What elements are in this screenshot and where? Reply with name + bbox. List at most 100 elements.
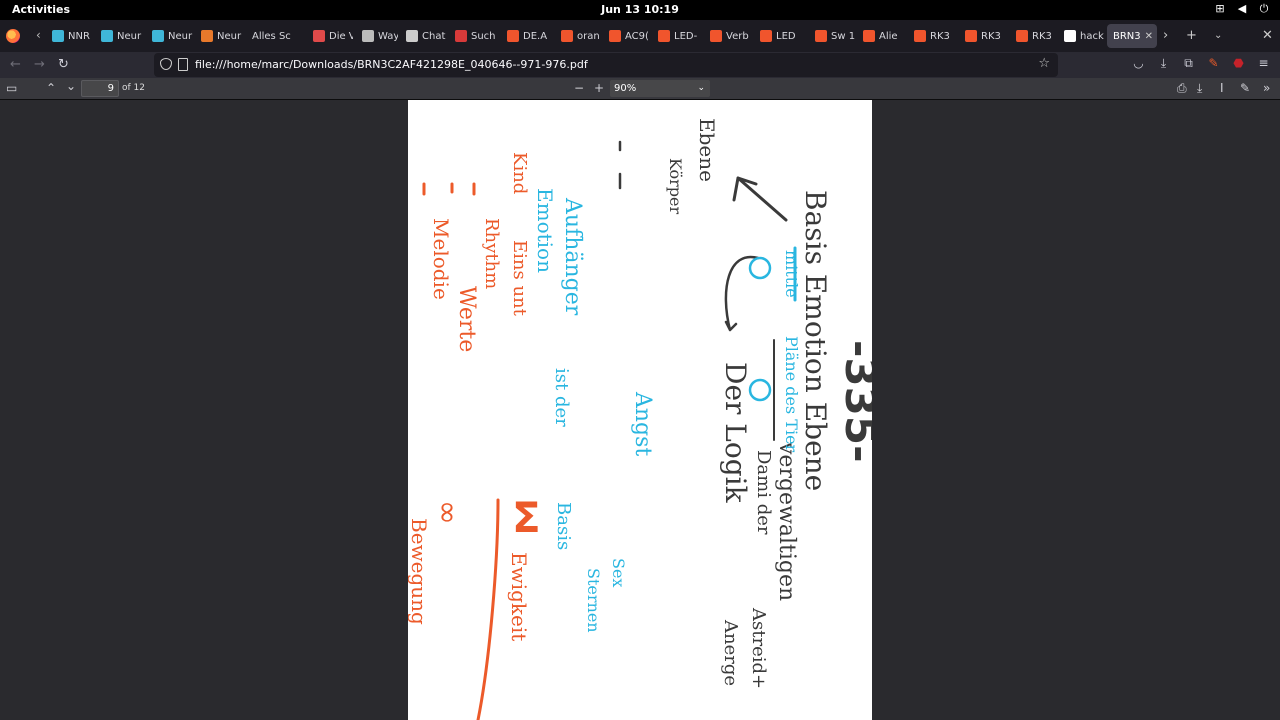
browser-tab[interactable]: LED bbox=[754, 24, 806, 48]
bookmark-star-icon[interactable]: ☆ bbox=[1038, 56, 1050, 71]
ublock-icon[interactable]: ⬣ bbox=[1232, 56, 1245, 71]
browser-tab[interactable]: BRN3 ✕ bbox=[1107, 24, 1157, 48]
tab-label: Alles Sc bbox=[252, 30, 291, 42]
browser-tab[interactable]: AC9( bbox=[603, 24, 649, 48]
tab-favicon bbox=[362, 30, 374, 42]
pocket-icon[interactable]: ◡ bbox=[1132, 56, 1145, 71]
forward-icon[interactable]: → bbox=[34, 57, 45, 72]
browser-tab[interactable]: Verb bbox=[704, 24, 752, 48]
power-icon[interactable]: ⏻ bbox=[1258, 3, 1270, 15]
page-info-icon[interactable] bbox=[178, 58, 188, 71]
browser-tab[interactable]: LED- bbox=[652, 24, 702, 48]
url-text[interactable]: file:///home/marc/Downloads/BRN3C2AF4212… bbox=[195, 58, 588, 71]
browser-tab[interactable]: DE.A bbox=[501, 24, 553, 48]
note-cyan-sternen: Sternen bbox=[584, 568, 603, 633]
note-cyan-plaene: Pläne des Tier bbox=[782, 336, 801, 453]
sidebar-toggle-icon[interactable]: ▭ bbox=[6, 81, 17, 95]
tab-label: oran bbox=[577, 30, 600, 42]
dash-marks-orange bbox=[422, 182, 476, 196]
browser-tab[interactable]: Neur bbox=[95, 24, 143, 48]
tab-scroll-left-icon[interactable]: ‹ bbox=[36, 28, 41, 42]
clock[interactable]: Jun 13 10:19 bbox=[0, 3, 1280, 16]
pdf-toolbar: ▭ ⌃ ⌄ 9 of 12 − + 90% ⌄ ⎙ ⤓ I ✎ » bbox=[0, 78, 1280, 100]
app-menu-icon[interactable]: ≡ bbox=[1257, 56, 1270, 71]
browser-tab[interactable]: Such bbox=[449, 24, 499, 48]
tab-favicon bbox=[710, 30, 722, 42]
tab-label: hack bbox=[1080, 30, 1104, 42]
note-orange-ewigkeit: Ewigkeit bbox=[507, 552, 531, 641]
tab-favicon bbox=[455, 30, 467, 42]
note-black-astreid: Astreid+ bbox=[748, 607, 769, 689]
browser-tab[interactable]: RK3 bbox=[959, 24, 1007, 48]
volume-icon[interactable]: ◀ bbox=[1236, 3, 1248, 15]
tools-menu-icon[interactable]: » bbox=[1263, 81, 1270, 95]
new-tab-icon[interactable]: + bbox=[1186, 28, 1197, 43]
tab-label: Alie bbox=[879, 30, 898, 42]
zoom-out-icon[interactable]: − bbox=[574, 81, 584, 95]
note-cyan-ist-der: ist der bbox=[551, 368, 572, 427]
reload-icon[interactable]: ↻ bbox=[58, 57, 69, 72]
list-all-tabs-icon[interactable]: ⌄ bbox=[1214, 30, 1222, 41]
pdf-viewer[interactable]: Basis Emotion Ebene -335- Ebene Körper D… bbox=[0, 100, 1280, 720]
next-page-icon[interactable]: ⌄ bbox=[66, 79, 76, 93]
browser-tab[interactable]: NNR bbox=[46, 24, 92, 48]
tab-label: Neur bbox=[168, 30, 193, 42]
browser-tab[interactable]: Sw 1 bbox=[809, 24, 855, 48]
browser-tab[interactable]: Alles Sc bbox=[246, 24, 304, 48]
note-black-ebene: Ebene bbox=[695, 118, 719, 182]
draw-icon[interactable]: ✎ bbox=[1240, 81, 1250, 95]
browser-tab[interactable]: Neur bbox=[146, 24, 194, 48]
tab-favicon bbox=[1064, 30, 1076, 42]
pdf-page[interactable]: Basis Emotion Ebene -335- Ebene Körper D… bbox=[408, 100, 872, 720]
system-tray[interactable]: ⊞ ◀ ⏻ bbox=[1214, 3, 1270, 15]
save-icon[interactable]: ⤓ bbox=[1197, 81, 1202, 96]
firefox-menu-icon[interactable] bbox=[6, 29, 20, 43]
downloads-icon[interactable]: ⤓ bbox=[1157, 56, 1170, 71]
extension-icon[interactable]: ✎ bbox=[1207, 56, 1220, 71]
extensions-icon[interactable]: ⧉ bbox=[1182, 56, 1195, 71]
browser-tab[interactable]: Neur bbox=[195, 24, 243, 48]
tab-strip: ‹ NNR Neur Neur Neur Alles Sc Die V Way Chat Suc… bbox=[0, 20, 1280, 52]
back-icon[interactable]: ← bbox=[10, 57, 21, 72]
tab-label: RK3 bbox=[981, 30, 1001, 42]
browser-tab[interactable]: Chat bbox=[400, 24, 446, 48]
text-cursor-icon[interactable]: I bbox=[1220, 81, 1224, 95]
close-tab-icon[interactable]: ✕ bbox=[1145, 31, 1153, 42]
curved-arrow-black bbox=[724, 255, 760, 332]
note-orange-melodie: Melodie bbox=[429, 218, 453, 300]
tab-favicon bbox=[760, 30, 772, 42]
previous-page-icon[interactable]: ⌃ bbox=[46, 81, 56, 95]
browser-tab[interactable]: RK3 bbox=[1010, 24, 1056, 48]
tab-label: DE.A bbox=[523, 30, 548, 42]
page-number-input[interactable]: 9 bbox=[81, 80, 119, 97]
close-window-icon[interactable]: ✕ bbox=[1262, 28, 1273, 43]
tab-label: Such bbox=[471, 30, 496, 42]
chevron-down-icon: ⌄ bbox=[697, 83, 705, 93]
tab-favicon bbox=[965, 30, 977, 42]
zoom-select[interactable]: 90% ⌄ bbox=[610, 80, 710, 97]
tracking-protection-icon[interactable] bbox=[160, 58, 172, 70]
browser-tab[interactable]: RK3 bbox=[908, 24, 956, 48]
browser-tab[interactable]: hack bbox=[1058, 24, 1104, 48]
zoom-in-icon[interactable]: + bbox=[594, 81, 604, 95]
tab-favicon bbox=[1016, 30, 1028, 42]
browser-tab[interactable]: Way bbox=[356, 24, 398, 48]
print-icon[interactable]: ⎙ bbox=[1177, 81, 1187, 96]
tab-scroll-right-icon[interactable]: › bbox=[1163, 28, 1168, 43]
browser-tab[interactable]: oran bbox=[555, 24, 601, 48]
circle-cyan-2 bbox=[748, 378, 772, 402]
note-orange-eins: Eins unt bbox=[509, 240, 530, 317]
url-bar[interactable]: file:///home/marc/Downloads/BRN3C2AF4212… bbox=[154, 53, 1058, 77]
tab-label: Sw 1 bbox=[831, 30, 855, 42]
note-black-dami: Dami der bbox=[753, 450, 774, 535]
tab-label: Chat bbox=[422, 30, 446, 42]
tab-label: RK3 bbox=[930, 30, 950, 42]
browser-tab[interactable]: Die V bbox=[307, 24, 353, 48]
navigation-bar: ← → ↻ file:///home/marc/Downloads/BRN3C2… bbox=[0, 52, 1280, 78]
tab-label: Verb bbox=[726, 30, 749, 42]
note-black-logik: Der Logik bbox=[719, 362, 752, 504]
network-icon[interactable]: ⊞ bbox=[1214, 3, 1226, 15]
zoom-value: 90% bbox=[614, 83, 637, 94]
browser-tab[interactable]: Alie bbox=[857, 24, 905, 48]
note-orange-sigma: Σ bbox=[512, 493, 541, 542]
